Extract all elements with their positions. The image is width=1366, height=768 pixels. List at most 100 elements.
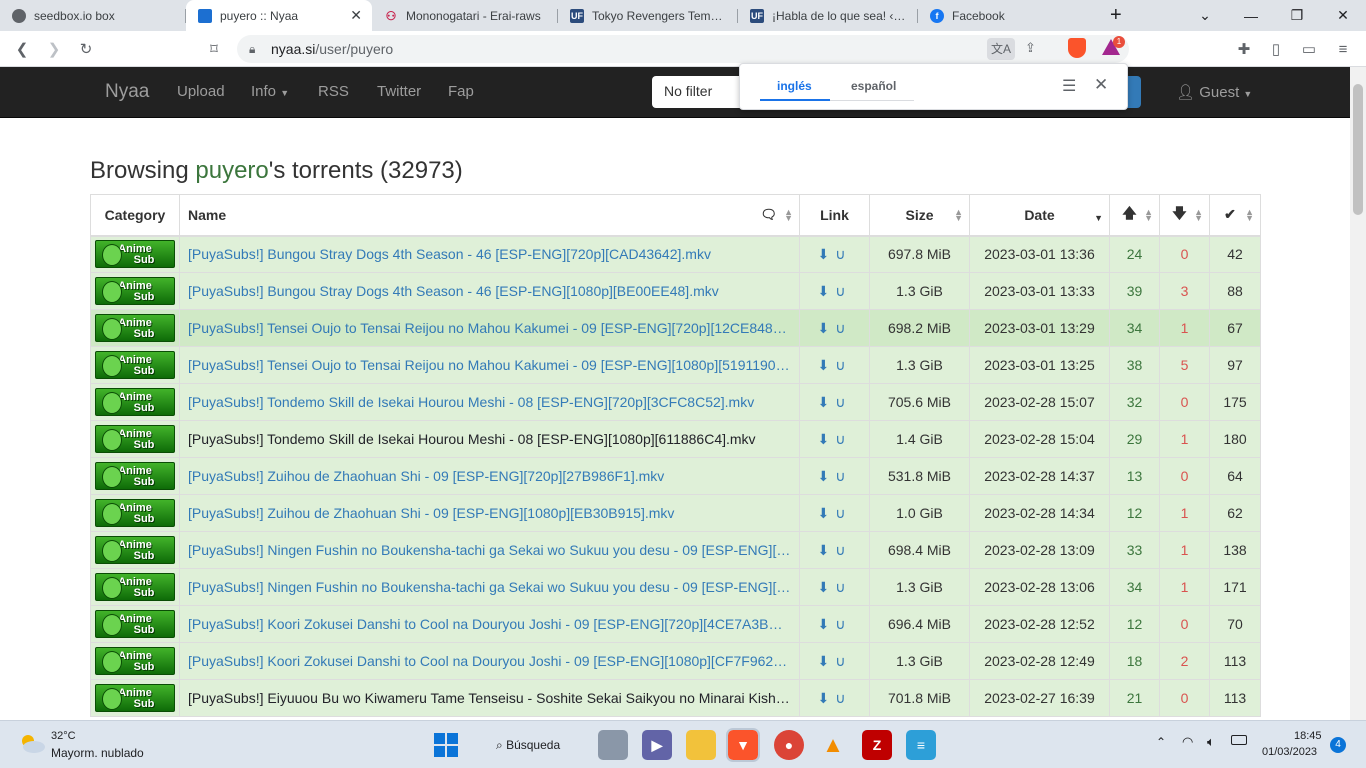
torrent-name-link[interactable]: [PuyaSubs!] Tensei Oujo to Tensai Reijou… bbox=[188, 320, 787, 336]
download-icon[interactable]: ⬇ bbox=[818, 246, 836, 262]
wifi-icon[interactable]: ◠ bbox=[1182, 734, 1193, 750]
download-icon[interactable]: ⬇ bbox=[818, 653, 836, 669]
col-leechers[interactable]: 🡇 ▲ ▼ bbox=[1159, 194, 1210, 237]
sort-icon[interactable]: ▲ ▼ bbox=[954, 208, 963, 223]
sort-desc-icon[interactable]: ▼ bbox=[1094, 213, 1103, 223]
anime-sub-category-icon[interactable]: Anime Sub bbox=[95, 314, 175, 342]
minimize-icon[interactable]: — bbox=[1228, 0, 1274, 31]
col-size[interactable]: Size ▲ ▼ bbox=[869, 194, 970, 237]
col-seeders[interactable]: 🡅 ▲ ▼ bbox=[1109, 194, 1160, 237]
anime-sub-category-icon[interactable]: Anime Sub bbox=[95, 277, 175, 305]
bookmark-icon[interactable]: ⌑ bbox=[203, 38, 225, 60]
anime-sub-category-icon[interactable]: Anime Sub bbox=[95, 573, 175, 601]
filezilla-icon[interactable]: Z bbox=[862, 730, 892, 760]
address-bar[interactable]: 🔒︎ nyaa.si/user/puyero 文A ⇪ bbox=[237, 35, 1129, 63]
nav-upload[interactable]: Upload bbox=[177, 83, 225, 100]
magnet-icon[interactable]: ∪ bbox=[835, 357, 851, 373]
download-icon[interactable]: ⬇ bbox=[818, 579, 836, 595]
extensions-icon[interactable]: ✚ bbox=[1233, 38, 1255, 60]
magnet-icon[interactable]: ∪ bbox=[835, 542, 851, 558]
sort-icon[interactable]: ▲ ▼ bbox=[1144, 208, 1153, 223]
translate-source-tab[interactable]: inglés bbox=[777, 79, 812, 93]
magnet-icon[interactable]: ∪ bbox=[835, 505, 851, 521]
magnet-icon[interactable]: ∪ bbox=[835, 431, 851, 447]
download-icon[interactable]: ⬇ bbox=[818, 357, 836, 373]
download-icon[interactable]: ⬇ bbox=[818, 394, 836, 410]
magnet-icon[interactable]: ∪ bbox=[835, 653, 851, 669]
brave-shields-icon[interactable] bbox=[1068, 38, 1086, 58]
scrollbar-thumb[interactable] bbox=[1353, 84, 1363, 215]
user-link[interactable]: puyero bbox=[195, 157, 268, 184]
task-view-icon[interactable] bbox=[598, 730, 628, 760]
torrent-name-link[interactable]: [PuyaSubs!] Ningen Fushin no Boukensha-t… bbox=[188, 579, 790, 595]
magnet-icon[interactable]: ∪ bbox=[835, 579, 851, 595]
translate-options-icon[interactable]: ☰ bbox=[1062, 76, 1076, 96]
nav-twitter[interactable]: Twitter bbox=[377, 83, 421, 100]
brave-browser-icon[interactable]: ▼ bbox=[726, 728, 760, 762]
vlc-icon[interactable]: ▲ bbox=[818, 730, 848, 760]
clock-time[interactable]: 18:45 bbox=[1294, 730, 1322, 742]
translate-icon[interactable]: 文A bbox=[987, 38, 1015, 60]
torrent-name-link[interactable]: [PuyaSubs!] Tensei Oujo to Tensai Reijou… bbox=[188, 357, 790, 373]
download-icon[interactable]: ⬇ bbox=[818, 690, 836, 706]
taskbar-search[interactable]: ⌕ Búsqueda bbox=[482, 730, 582, 760]
magnet-icon[interactable]: ∪ bbox=[835, 616, 851, 632]
notepad-icon[interactable]: ≡ bbox=[906, 730, 936, 760]
anime-sub-category-icon[interactable]: Anime Sub bbox=[95, 647, 175, 675]
anime-sub-category-icon[interactable]: Anime Sub bbox=[95, 610, 175, 638]
comments-icon[interactable]: 🗨︎ bbox=[760, 207, 777, 223]
sort-icon[interactable]: ▲ ▼ bbox=[784, 208, 793, 223]
reload-icon[interactable]: ↻ bbox=[75, 38, 97, 60]
magnet-icon[interactable]: ∪ bbox=[835, 283, 851, 299]
torrent-name-link[interactable]: [PuyaSubs!] Bungou Stray Dogs 4th Season… bbox=[188, 283, 719, 299]
nav-info[interactable]: Info ▼ bbox=[251, 83, 289, 100]
anime-sub-category-icon[interactable]: Anime Sub bbox=[95, 536, 175, 564]
start-button[interactable] bbox=[434, 733, 458, 757]
magnet-icon[interactable]: ∪ bbox=[835, 690, 851, 706]
anime-sub-category-icon[interactable]: Anime Sub bbox=[95, 240, 175, 269]
anime-sub-category-icon[interactable]: Anime Sub bbox=[95, 499, 175, 527]
torrent-name-link[interactable]: [PuyaSubs!] Zuihou de Zhaohuan Shi - 09 … bbox=[188, 505, 674, 521]
weather-description[interactable]: Mayorm. nublado bbox=[51, 746, 144, 760]
magnet-icon[interactable]: ∪ bbox=[835, 320, 851, 336]
torrent-name-link[interactable]: [PuyaSubs!] Koori Zokusei Danshi to Cool… bbox=[188, 653, 787, 669]
user-menu[interactable]: 👤︎ Guest ▼ bbox=[1176, 83, 1252, 101]
filter-select[interactable]: No filter bbox=[652, 76, 752, 108]
torrent-name-link[interactable]: [PuyaSubs!] Tondemo Skill de Isekai Hour… bbox=[188, 431, 756, 447]
teams-icon[interactable]: ▶ bbox=[642, 730, 672, 760]
torrent-name-link[interactable]: [PuyaSubs!] Tondemo Skill de Isekai Hour… bbox=[188, 394, 754, 410]
close-window-icon[interactable]: ✕ bbox=[1320, 0, 1366, 31]
chevron-up-icon[interactable]: ⌃ bbox=[1156, 735, 1166, 749]
torrent-name-link[interactable]: [PuyaSubs!] Bungou Stray Dogs 4th Season… bbox=[188, 246, 711, 262]
browser-tab-nyaa[interactable]: puyero :: Nyaa ✕ bbox=[186, 0, 372, 31]
col-completed[interactable]: ✔ ▲ ▼ bbox=[1209, 194, 1261, 237]
site-brand[interactable]: Nyaa bbox=[105, 81, 149, 103]
clock-date[interactable]: 01/03/2023 bbox=[1262, 746, 1317, 758]
file-explorer-icon[interactable] bbox=[686, 730, 716, 760]
tab-search-icon[interactable]: ⌄ bbox=[1182, 0, 1228, 31]
download-icon[interactable]: ⬇ bbox=[818, 283, 836, 299]
restore-icon[interactable]: ❐ bbox=[1274, 0, 1320, 31]
magnet-icon[interactable]: ∪ bbox=[835, 468, 851, 484]
weather-temperature[interactable]: 32°C bbox=[51, 730, 76, 742]
sidebar-icon[interactable]: ▯ bbox=[1265, 38, 1287, 60]
download-icon[interactable]: ⬇ bbox=[818, 616, 836, 632]
torrent-name-link[interactable]: [PuyaSubs!] Eiyuuou Bu wo Kiwameru Tame … bbox=[188, 690, 790, 706]
download-icon[interactable]: ⬇ bbox=[818, 505, 836, 521]
close-tab-icon[interactable]: ✕ bbox=[350, 7, 362, 24]
volume-icon[interactable]: 🔈︎ bbox=[1207, 734, 1215, 750]
menu-icon[interactable]: ≡ bbox=[1332, 38, 1354, 60]
download-icon[interactable]: ⬇ bbox=[818, 542, 836, 558]
forward-icon[interactable]: ❯ bbox=[43, 38, 65, 60]
new-tab-icon[interactable]: + bbox=[1110, 4, 1122, 27]
torrent-name-link[interactable]: [PuyaSubs!] Koori Zokusei Danshi to Cool… bbox=[188, 616, 783, 632]
magnet-icon[interactable]: ∪ bbox=[835, 394, 851, 410]
torrent-name-link[interactable]: [PuyaSubs!] Zuihou de Zhaohuan Shi - 09 … bbox=[188, 468, 664, 484]
download-icon[interactable]: ⬇ bbox=[818, 431, 836, 447]
browser-tab-habla[interactable]: UF ¡Habla de lo que sea! ‹ Unic bbox=[738, 0, 918, 31]
col-date[interactable]: Date ▼ bbox=[969, 194, 1110, 237]
browser-tab-erai[interactable]: ⚇ Mononogatari - Erai-raws bbox=[372, 0, 558, 31]
anime-sub-category-icon[interactable]: Anime Sub bbox=[95, 684, 175, 712]
torrent-name-link[interactable]: [PuyaSubs!] Ningen Fushin no Boukensha-t… bbox=[188, 542, 790, 558]
anime-sub-category-icon[interactable]: Anime Sub bbox=[95, 462, 175, 490]
